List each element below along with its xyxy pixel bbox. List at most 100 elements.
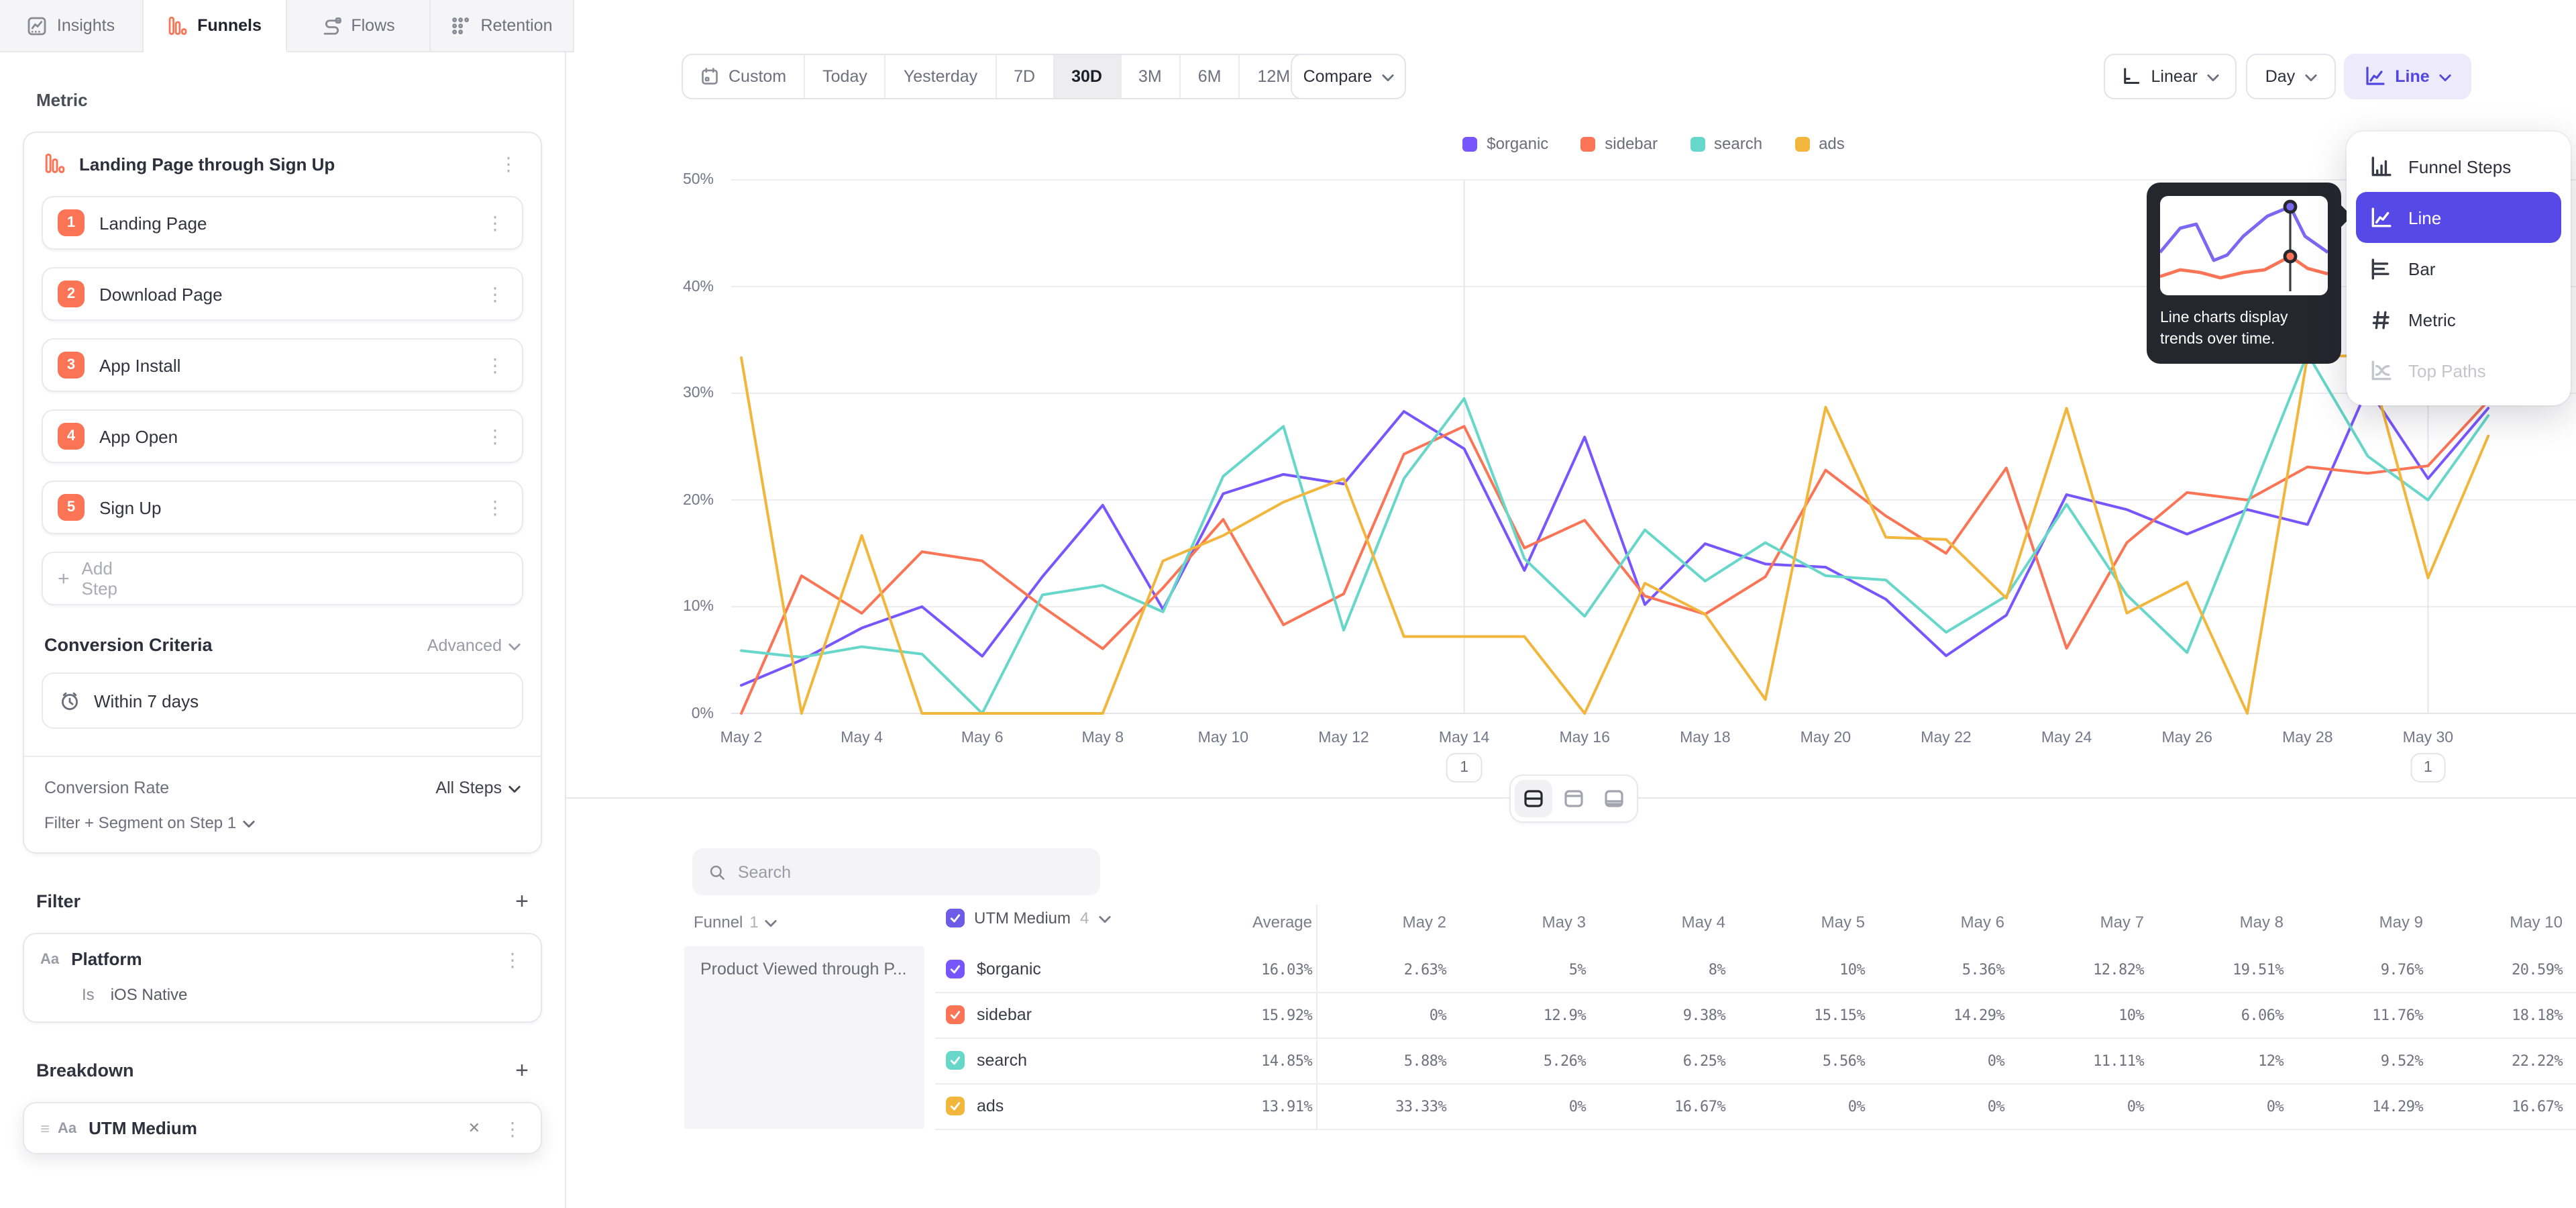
row-checkbox[interactable]: [946, 1051, 965, 1070]
range-30d[interactable]: 30D: [1054, 55, 1121, 98]
interval-day-button[interactable]: Day: [2246, 54, 2336, 99]
menu-item-line[interactable]: Line: [2356, 192, 2561, 243]
insights-icon: [28, 15, 48, 36]
x-tick-label: May 14: [1439, 730, 1489, 746]
step-kebab-icon[interactable]: ⋮: [483, 427, 507, 446]
filter-operator[interactable]: Is: [82, 985, 95, 1004]
filter-segment-dropdown[interactable]: Filter + Segment on Step 1: [44, 813, 521, 832]
line-chart-icon: [2369, 206, 2392, 229]
day-column-header: May 10: [2423, 913, 2563, 932]
funnel-step-row[interactable]: 4App Open⋮: [42, 409, 523, 463]
day-column-header: May 5: [1725, 913, 1865, 932]
annotation-badge[interactable]: 1: [2410, 753, 2446, 783]
table-only-view-toggle[interactable]: [1595, 780, 1633, 817]
metric-kebab-icon[interactable]: ⋮: [496, 154, 521, 173]
string-type-icon: Aa: [40, 951, 59, 967]
funnel-metric-icon: [44, 153, 66, 174]
filter-card[interactable]: Aa Platform ⋮ Is iOS Native: [23, 933, 542, 1023]
funnel-column-dropdown[interactable]: Funnel 1: [694, 913, 777, 932]
breakdown-column-dropdown[interactable]: UTM Medium 4: [946, 909, 1110, 927]
cell-value: 8%: [1586, 961, 1725, 978]
breakdown-kebab-icon[interactable]: ⋮: [500, 1119, 525, 1138]
add-step-button[interactable]: + Add Step: [42, 552, 523, 605]
range-6m[interactable]: 6M: [1181, 55, 1240, 98]
split-view-toggle[interactable]: [1515, 780, 1552, 817]
cell-value: 15.15%: [1725, 1007, 1865, 1024]
x-tick-label: May 4: [841, 730, 883, 746]
filter-kebab-icon[interactable]: ⋮: [500, 950, 525, 968]
breakdown-table-section: Funnel 1 UTM Medium 4 Average May 2May 3…: [566, 797, 2576, 1208]
step-kebab-icon[interactable]: ⋮: [483, 498, 507, 517]
row-checkbox[interactable]: [946, 1097, 965, 1115]
split-view-icon: [1523, 788, 1544, 809]
table-row: sidebar15.92%0%12.9%9.38%15.15%14.29%10%…: [935, 992, 2576, 1038]
range-today[interactable]: Today: [805, 55, 886, 98]
advanced-dropdown[interactable]: Advanced: [427, 636, 521, 654]
menu-item-funnel-steps[interactable]: Funnel Steps: [2356, 141, 2561, 192]
legend-item[interactable]: $organic: [1462, 134, 1548, 153]
cell-value: 6.06%: [2144, 1007, 2284, 1024]
remove-breakdown-icon[interactable]: ✕: [468, 1119, 480, 1137]
range-yesterday[interactable]: Yesterday: [886, 55, 996, 98]
step-kebab-icon[interactable]: ⋮: [483, 285, 507, 303]
legend-item[interactable]: search: [1690, 134, 1762, 153]
tab-insights[interactable]: Insights: [0, 0, 144, 51]
metric-card-header[interactable]: Landing Page through Sign Up ⋮: [42, 150, 523, 174]
step-number-badge: 1: [58, 209, 85, 236]
range-7d[interactable]: 7D: [996, 55, 1054, 98]
legend-item[interactable]: sidebar: [1580, 134, 1658, 153]
divider: [24, 756, 541, 757]
tab-flows[interactable]: Flows: [287, 0, 431, 51]
row-checkbox[interactable]: [946, 1005, 965, 1024]
compare-button[interactable]: Compare: [1291, 54, 1406, 99]
legend-item[interactable]: ads: [1794, 134, 1845, 153]
chevron-down-icon: [508, 778, 521, 797]
cell-value: 5.36%: [1865, 961, 2004, 978]
menu-item-bar[interactable]: Bar: [2356, 243, 2561, 294]
row-checkbox[interactable]: [946, 960, 965, 978]
breakdown-card[interactable]: ≡ Aa UTM Medium ✕ ⋮: [23, 1102, 542, 1154]
scale-linear-button[interactable]: Linear: [2104, 54, 2237, 99]
funnel-step-row[interactable]: 5Sign Up⋮: [42, 481, 523, 534]
table-row: $organic16.03%2.63%5%8%10%5.36%12.82%19.…: [935, 946, 2576, 992]
table-header: Funnel 1 UTM Medium 4 Average May 2May 3…: [566, 905, 2576, 945]
menu-item-metric[interactable]: Metric: [2356, 294, 2561, 345]
annotation-badge[interactable]: 1: [1446, 753, 1482, 783]
metric-icon: [2369, 308, 2392, 331]
x-tick-label: May 8: [1081, 730, 1124, 746]
funnel-step-row[interactable]: 3App Install⋮: [42, 338, 523, 392]
tab-label: Retention: [480, 16, 552, 35]
all-steps-dropdown[interactable]: All Steps: [435, 778, 521, 797]
x-tick-label: May 24: [2041, 730, 2092, 746]
funnel-step-row[interactable]: 1Landing Page⋮: [42, 196, 523, 250]
tab-retention[interactable]: Retention: [431, 0, 574, 51]
filter-value[interactable]: iOS Native: [111, 985, 188, 1004]
segment-name: search: [977, 1051, 1027, 1070]
step-kebab-icon[interactable]: ⋮: [483, 213, 507, 232]
conversion-window-button[interactable]: Within 7 days: [42, 672, 523, 729]
search-input[interactable]: [738, 862, 1084, 881]
legend-swatch: [1462, 136, 1477, 151]
range-custom[interactable]: Custom: [683, 55, 805, 98]
app-window: Insights Funnels Flows Retention Metric …: [0, 0, 2576, 1208]
cell-value: 14.29%: [2284, 1098, 2423, 1115]
tab-funnels[interactable]: Funnels: [144, 0, 287, 52]
add-filter-button[interactable]: +: [515, 890, 529, 913]
cell-value: 14.29%: [1865, 1007, 2004, 1024]
bottom-panel-icon: [1603, 788, 1625, 809]
line-chart-icon: [2364, 66, 2385, 87]
select-all-checkbox[interactable]: [946, 909, 965, 927]
cell-value: 33.33%: [1307, 1098, 1446, 1115]
chart-type-line-button[interactable]: Line: [2344, 54, 2471, 99]
chevron-down-icon: [1098, 909, 1110, 927]
chart-only-view-toggle[interactable]: [1555, 780, 1593, 817]
chevron-down-icon: [243, 813, 255, 832]
add-breakdown-button[interactable]: +: [515, 1059, 529, 1082]
chart-type-tooltip: Line charts display trends over time.: [2147, 183, 2341, 364]
funnel-step-row[interactable]: 2Download Page⋮: [42, 267, 523, 321]
range-3m[interactable]: 3M: [1121, 55, 1181, 98]
segment-name: ads: [977, 1097, 1004, 1115]
step-kebab-icon[interactable]: ⋮: [483, 356, 507, 374]
legend-label: sidebar: [1605, 134, 1658, 153]
drag-handle-icon[interactable]: ≡: [40, 1119, 50, 1138]
